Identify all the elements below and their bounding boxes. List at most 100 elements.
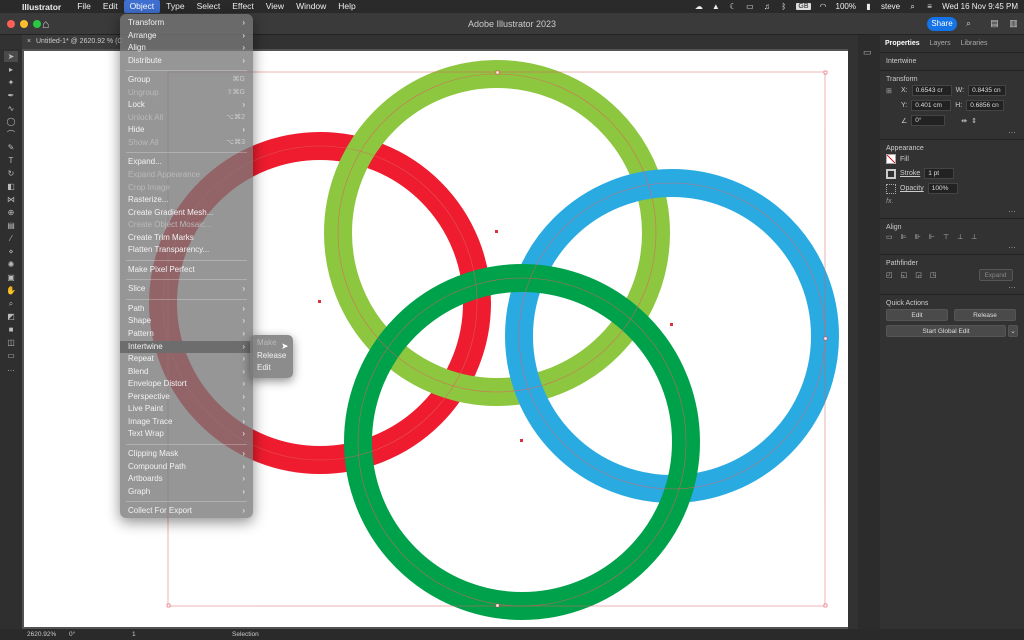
- menu-item-create-trim-marks[interactable]: Create Trim Marks: [120, 232, 253, 245]
- align-center-icon[interactable]: ⊪: [915, 233, 921, 241]
- chevron-down-icon[interactable]: ⌄: [1008, 325, 1018, 337]
- fx-button[interactable]: fx.: [886, 198, 893, 205]
- search-icon[interactable]: ⌕: [963, 18, 974, 28]
- paintbrush-tool-icon[interactable]: ⌒: [4, 129, 18, 140]
- opacity-label[interactable]: Opacity: [900, 185, 924, 192]
- moon-icon[interactable]: ☾: [728, 2, 737, 11]
- menu-item-perspective[interactable]: Perspective ›: [120, 391, 253, 404]
- menu-item-transform[interactable]: Transform ›: [120, 17, 253, 30]
- menu-effect[interactable]: Effect: [226, 0, 260, 13]
- control-center-icon[interactable]: ≡: [925, 2, 934, 11]
- menu-item-image-trace[interactable]: Image Trace ›: [120, 416, 253, 429]
- type-tool-icon[interactable]: T: [4, 155, 18, 166]
- selection-tool-icon[interactable]: ➤: [4, 51, 18, 62]
- angle-field[interactable]: 0°: [911, 115, 946, 126]
- zoom-level[interactable]: 2620.92%: [27, 631, 56, 638]
- reference-point-icon[interactable]: ⊞: [886, 87, 897, 95]
- tab-properties[interactable]: Properties: [880, 35, 925, 52]
- stroke-swatch[interactable]: [886, 168, 896, 179]
- artboard-number[interactable]: 1: [132, 631, 136, 638]
- workspace-icon[interactable]: ▤: [989, 18, 1000, 28]
- menu-edit[interactable]: Edit: [97, 0, 124, 13]
- fill-swatch[interactable]: [886, 154, 896, 164]
- menu-view[interactable]: View: [260, 0, 290, 13]
- opacity-field[interactable]: 100%: [927, 183, 958, 194]
- menu-item-repeat[interactable]: Repeat ›: [120, 353, 253, 366]
- shape-builder-icon[interactable]: ⊕: [4, 207, 18, 218]
- align-middle-icon[interactable]: ⊥: [957, 233, 963, 241]
- eraser-tool-icon[interactable]: ◧: [4, 181, 18, 192]
- comments-icon[interactable]: ▭: [863, 47, 875, 57]
- menu-item-blend[interactable]: Blend ›: [120, 366, 253, 379]
- align-to-icon[interactable]: ▭: [886, 233, 893, 241]
- search-icon[interactable]: ⌕: [908, 2, 917, 11]
- tab-libraries[interactable]: Libraries: [956, 35, 993, 52]
- more-options-icon[interactable]: …: [880, 206, 1024, 214]
- rotate-tool-icon[interactable]: ↻: [4, 168, 18, 179]
- intertwine-release[interactable]: Release: [250, 350, 293, 363]
- hand-tool-icon[interactable]: ✋: [4, 285, 18, 296]
- current-tool-label[interactable]: Selection: [232, 631, 259, 638]
- menu-window[interactable]: Window: [290, 0, 332, 13]
- intertwine-edit[interactable]: Edit: [250, 362, 293, 375]
- align-bottom-icon[interactable]: ⊥: [971, 233, 977, 241]
- ellipse-tool-icon[interactable]: ◯: [4, 116, 18, 127]
- more-options-icon[interactable]: …: [880, 127, 1024, 135]
- more-options-icon[interactable]: …: [880, 282, 1024, 290]
- menu-item-intertwine[interactable]: Intertwine ›: [120, 340, 253, 354]
- menu-item-path[interactable]: Path ›: [120, 303, 253, 316]
- menu-item-slice[interactable]: Slice ›: [120, 283, 253, 296]
- creative-cloud-icon[interactable]: ☁: [694, 2, 703, 11]
- expand-button[interactable]: Expand: [978, 269, 1013, 281]
- arrange-docs-icon[interactable]: ▥: [1008, 18, 1019, 28]
- blend-tool-icon[interactable]: ⋄: [4, 246, 18, 257]
- menu-item-distribute[interactable]: Distribute ›: [120, 55, 253, 68]
- magic-wand-icon[interactable]: ✦: [4, 77, 18, 88]
- menu-file[interactable]: File: [71, 0, 97, 13]
- display-icon[interactable]: ▭: [745, 2, 754, 11]
- flip-vertical-icon[interactable]: ⇕: [971, 117, 977, 125]
- tab-layers[interactable]: Layers: [925, 35, 956, 52]
- menu-item-graph[interactable]: Graph ›: [120, 486, 253, 499]
- menu-item-make-pixel-perfect[interactable]: Make Pixel Perfect: [120, 264, 253, 277]
- battery-icon[interactable]: ▮: [864, 2, 873, 11]
- align-left-icon[interactable]: ⊫: [901, 233, 907, 241]
- bluetooth-icon[interactable]: ᛒ: [779, 2, 788, 11]
- unite-icon[interactable]: ◰: [886, 271, 893, 279]
- menu-item-flatten-transparency[interactable]: Flatten Transparency...: [120, 244, 253, 257]
- menu-item-group[interactable]: Group ⌘G: [120, 74, 253, 87]
- menu-item-text-wrap[interactable]: Text Wrap ›: [120, 428, 253, 441]
- menu-item-shape[interactable]: Shape ›: [120, 315, 253, 328]
- stroke-weight-field[interactable]: 1 pt: [924, 168, 955, 179]
- close-icon[interactable]: ×: [27, 35, 31, 49]
- wifi-icon[interactable]: ◠: [819, 2, 828, 11]
- menu-item-envelope-distort[interactable]: Envelope Distort ›: [120, 378, 253, 391]
- intertwine-edit-button[interactable]: Edit: [886, 309, 948, 321]
- menu-item-pattern[interactable]: Pattern ›: [120, 328, 253, 341]
- menu-item-live-paint[interactable]: Live Paint ›: [120, 403, 253, 416]
- menu-item-collect-for-export[interactable]: Collect For Export ›: [120, 505, 253, 518]
- flip-horizontal-icon[interactable]: ⇹: [961, 117, 967, 125]
- document-tab[interactable]: × Untitled-1* @ 2620.92 % (C: [22, 35, 132, 49]
- menu-item-align[interactable]: Align ›: [120, 42, 253, 55]
- keyboard-badge[interactable]: GB: [796, 3, 811, 10]
- menu-object[interactable]: Object: [123, 0, 161, 13]
- h-field[interactable]: 0.6856 cn: [966, 100, 1005, 111]
- minus-front-icon[interactable]: ◱: [901, 271, 908, 279]
- y-field[interactable]: 0.401 cm: [911, 100, 952, 111]
- menu-item-compound-path[interactable]: Compound Path ›: [120, 461, 253, 474]
- rotation-value[interactable]: 0°: [69, 631, 75, 638]
- screen-mode-icon[interactable]: ▭: [4, 350, 18, 361]
- menu-item-expand[interactable]: Expand...: [120, 156, 253, 169]
- app-menu[interactable]: Illustrator: [22, 2, 61, 12]
- direct-selection-tool-icon[interactable]: ▸: [4, 64, 18, 75]
- zoom-tool-icon[interactable]: ⌕: [4, 298, 18, 309]
- more-tools-icon[interactable]: …: [4, 363, 18, 374]
- draw-mode-icon[interactable]: ◫: [4, 337, 18, 348]
- color-mode-icon[interactable]: ■: [4, 324, 18, 335]
- adobe-icon[interactable]: ▲: [711, 2, 720, 11]
- pen-tool-icon[interactable]: ✒: [4, 90, 18, 101]
- artboard-tool-icon[interactable]: ▣: [4, 272, 18, 283]
- menu-item-arrange[interactable]: Arrange ›: [120, 30, 253, 43]
- gradient-tool-icon[interactable]: ▤: [4, 220, 18, 231]
